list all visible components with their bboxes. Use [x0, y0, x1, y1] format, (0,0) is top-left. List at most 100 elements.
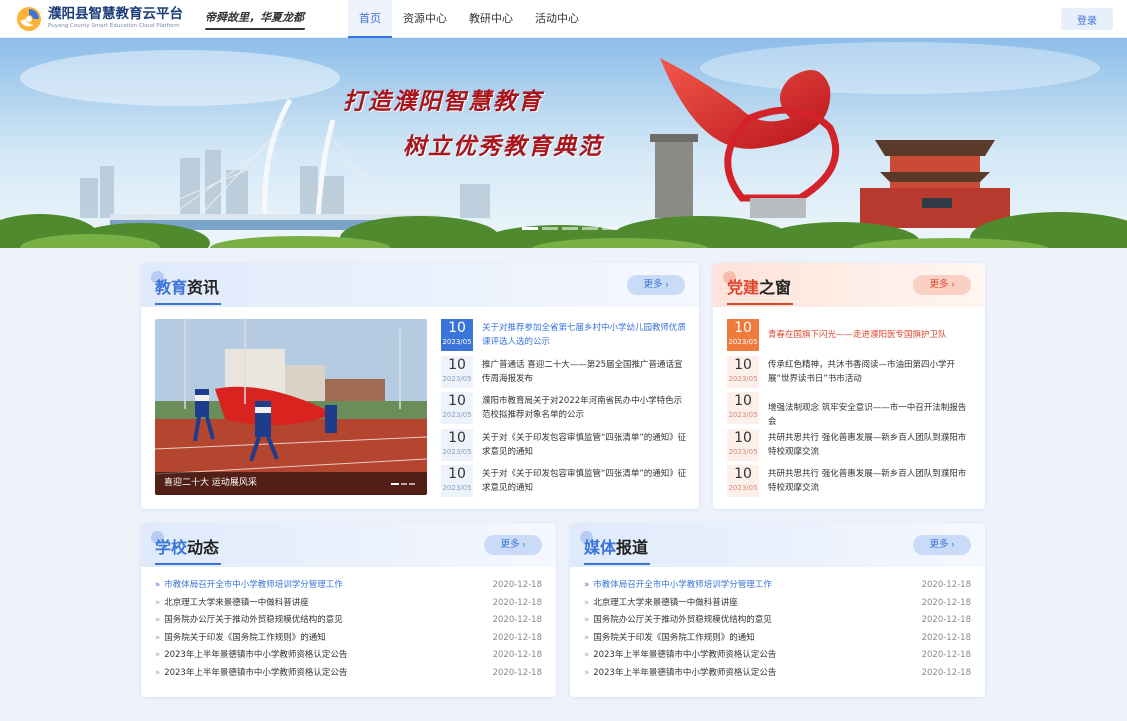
date-badge: 10 2023/05 [727, 429, 759, 461]
date-day: 10 [734, 393, 752, 409]
item-date: 2020-12-18 [921, 615, 971, 625]
arrow-right-icon: » [155, 632, 161, 643]
list-item[interactable]: » 2023年上半年景德镇市中小学教师资格认定公告 2020-12-18 [584, 665, 971, 683]
item-title: 2023年上半年景德镇市中小学教师资格认定公告 [164, 650, 348, 660]
news-item[interactable]: 10 2023/05 关于对《关于印发包容审慎监管“四张清单”的通知》征求意见的通… [441, 465, 691, 497]
arrow-right-icon: » [584, 580, 590, 590]
list-item[interactable]: » 北京理工大学来景德镇一中做科普讲座 2020-12-18 [584, 595, 971, 613]
news-title[interactable]: 濮阳市教育局关于对2022年河南省民办中小学特色示范校拟推荐对象名单的公示 [482, 394, 687, 422]
title-rest: 动态 [187, 538, 220, 557]
title-accent: 学校 [155, 538, 188, 557]
item-title: 北京理工大学来景德镇一中做科普讲座 [164, 597, 309, 608]
school-news-card: 学校动态 更多 › » 市教体局召开全市中小学教师培训学分管理工作 2020-12-… [141, 523, 556, 697]
arrow-right-icon: » [584, 632, 590, 643]
date-month: 2023/05 [442, 411, 472, 419]
main-nav: 首页 资源中心 教研中心 活动中心 [348, 0, 590, 38]
list-item[interactable]: » 北京理工大学来景德镇一中做科普讲座 2020-12-18 [155, 595, 542, 613]
news-item[interactable]: 10 2023/05 关于对《关于印发包容审慎监管“四张清单”的通知》征求意见的通… [441, 429, 691, 461]
news-item[interactable]: 10 2023/05 青春在国旗下闪光——走进濮阳医专国旗护卫队 [727, 319, 977, 351]
date-month: 2023/05 [442, 448, 472, 456]
date-badge: 10 2023/05 [727, 356, 759, 388]
nav-home[interactable]: 首页 [348, 0, 392, 38]
date-day: 10 [448, 320, 466, 336]
arrow-right-icon: » [584, 650, 590, 660]
item-title: 市教体局召开全市中小学教师培训学分管理工作 [164, 580, 343, 590]
banner-dot[interactable] [542, 227, 558, 230]
list-item[interactable]: » 2023年上半年景德镇市中小学教师资格认定公告 2020-12-18 [584, 647, 971, 665]
news-title[interactable]: 共研共思共行 强化普惠发展—新乡百人团队到濮阳市特校观摩交流 [768, 467, 973, 495]
platform-brand[interactable]: 濮阳县智慧教育云平台 Puyang County Smart Education… [48, 6, 183, 30]
news-item[interactable]: 10 2023/05 推广普通话 喜迎二十大——第25届全国推广普通话宣传周海报发… [441, 356, 691, 388]
hero-banner[interactable]: 打造濮阳智慧教育 树立优秀教育典范 [0, 38, 1127, 248]
news-title[interactable]: 推广普通话 喜迎二十大——第25届全国推广普通话宣传周海报发布 [482, 358, 687, 386]
banner-pagination [522, 227, 618, 230]
list-item[interactable]: » 2023年上半年景德镇市中小学教师资格认定公告 2020-12-18 [155, 647, 542, 665]
news-title[interactable]: 传承红色精神，共沐书香阅读—市油田第四小学开展“世界读书日”书市活动 [768, 358, 973, 386]
news-item[interactable]: 10 2023/05 濮阳市教育局关于对2022年河南省民办中小学特色示范校拟推荐… [441, 392, 691, 424]
list-item[interactable]: » 国务院关于印发《国务院工作规则》的通知 2020-12-18 [155, 630, 542, 648]
news-item[interactable]: 10 2023/05 传承红色精神，共沐书香阅读—市油田第四小学开展“世界读书日”… [727, 356, 977, 388]
news-title[interactable]: 青春在国旗下闪光——走进濮阳医专国旗护卫队 [768, 328, 973, 356]
item-date: 2020-12-18 [492, 632, 542, 643]
platform-title: 濮阳县智慧教育云平台 [48, 6, 183, 22]
arrow-right-icon: » [155, 580, 161, 590]
card-title: 党建之窗 [727, 274, 791, 298]
date-month: 2023/05 [728, 411, 758, 419]
news-title[interactable]: 关于对《关于印发包容审慎监管“四张清单”的通知》征求意见的通知 [482, 467, 687, 495]
more-button[interactable]: 更多 › [627, 275, 685, 295]
arrow-right-icon: » [155, 667, 161, 678]
photo-dot[interactable] [391, 483, 399, 485]
date-badge: 10 2023/05 [441, 429, 473, 461]
slogan: 帝舜故里，华夏龙都 [205, 11, 304, 24]
news-title[interactable]: 关于对推荐参加全省第七届乡村中小学幼儿园教师优质课评选人选的公示 [482, 321, 687, 349]
login-button[interactable]: 登录 [1061, 8, 1113, 30]
date-day: 10 [734, 466, 752, 482]
nav-activity-center[interactable]: 活动中心 [524, 0, 590, 38]
title-underline [727, 303, 793, 305]
banner-dot[interactable] [562, 227, 578, 230]
photo-dot[interactable] [409, 483, 415, 485]
photo-dot[interactable] [401, 483, 407, 485]
education-news-card: 教育资讯 更多 › 喜迎二十大 运动展风采 10 2023/05 关于对推荐参加全… [141, 263, 699, 509]
more-button[interactable]: 更多 › [913, 275, 971, 295]
news-title[interactable]: 共研共思共行 强化普惠发展—新乡百人团队到濮阳市特校观摩交流 [768, 431, 973, 459]
title-rest: 之窗 [759, 278, 792, 297]
item-title: 北京理工大学来景德镇一中做科普讲座 [593, 597, 738, 608]
list-item[interactable]: » 2023年上半年景德镇市中小学教师资格认定公告 2020-12-18 [155, 665, 542, 683]
title-accent: 媒体 [584, 538, 617, 557]
nav-research-center[interactable]: 教研中心 [458, 0, 524, 38]
date-badge: 10 2023/05 [441, 356, 473, 388]
more-button[interactable]: 更多 › [913, 535, 971, 555]
date-month: 2023/05 [728, 448, 758, 456]
news-item[interactable]: 10 2023/05 共研共思共行 强化普惠发展—新乡百人团队到濮阳市特校观摩交流 [727, 465, 977, 497]
list-item[interactable]: » 国务院关于印发《国务院工作规则》的通知 2020-12-18 [584, 630, 971, 648]
list-item[interactable]: » 国务院办公厅关于推动外贸稳规模优结构的意见 2020-12-18 [155, 612, 542, 630]
arrow-right-icon: » [584, 597, 590, 608]
title-accent: 党建 [727, 278, 760, 297]
news-item[interactable]: 10 2023/05 共研共思共行 强化普惠发展—新乡百人团队到濮阳市特校观摩交流 [727, 429, 977, 461]
nav-resource-center[interactable]: 资源中心 [392, 0, 458, 38]
item-date: 2020-12-18 [921, 650, 971, 660]
list-item[interactable]: » 市教体局召开全市中小学教师培训学分管理工作 2020-12-18 [584, 577, 971, 595]
item-title: 市教体局召开全市中小学教师培训学分管理工作 [593, 580, 772, 590]
news-item[interactable]: 10 2023/05 关于对推荐参加全省第七届乡村中小学幼儿园教师优质课评选人选的… [441, 319, 691, 351]
news-photo[interactable]: 喜迎二十大 运动展风采 [155, 319, 427, 495]
date-badge: 10 2023/05 [727, 392, 759, 424]
list-item[interactable]: » 市教体局召开全市中小学教师培训学分管理工作 2020-12-18 [155, 577, 542, 595]
banner-dot[interactable] [582, 227, 598, 230]
banner-dot[interactable] [602, 227, 618, 230]
date-badge: 10 2023/05 [441, 465, 473, 497]
date-badge: 10 2023/05 [441, 319, 473, 351]
news-title[interactable]: 增强法制观念 筑牢安全意识——市一中召开法制报告会 [768, 401, 973, 429]
list-item[interactable]: » 国务院办公厅关于推动外贸稳规模优结构的意见 2020-12-18 [584, 612, 971, 630]
more-button[interactable]: 更多 › [484, 535, 542, 555]
item-title: 国务院关于印发《国务院工作规则》的通知 [164, 632, 326, 643]
news-item[interactable]: 10 2023/05 增强法制观念 筑牢安全意识——市一中召开法制报告会 [727, 392, 977, 427]
item-title: 2023年上半年景德镇市中小学教师资格认定公告 [593, 667, 777, 678]
news-title[interactable]: 关于对《关于印发包容审慎监管“四张清单”的通知》征求意见的通知 [482, 431, 687, 459]
more-label: 更多 [500, 539, 520, 550]
date-month: 2023/05 [728, 338, 758, 346]
date-day: 10 [734, 320, 752, 336]
item-title: 国务院关于印发《国务院工作规则》的通知 [593, 632, 755, 643]
banner-dot[interactable] [522, 227, 538, 230]
